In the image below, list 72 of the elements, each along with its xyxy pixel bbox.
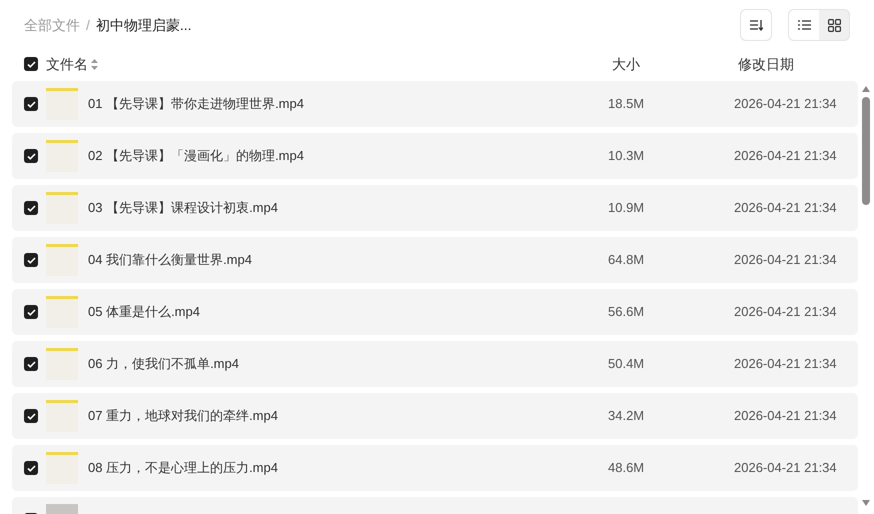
- checkbox[interactable]: [24, 305, 38, 319]
- breadcrumb-item: 初中物理启蒙...: [96, 16, 192, 34]
- sort-icon: [749, 19, 763, 31]
- file-row[interactable]: 04 我们靠什么衡量世界.mp4 64.8M 2026-04-21 21:34: [12, 237, 858, 283]
- check-icon: [26, 60, 36, 68]
- video-thumbnail: [46, 192, 78, 224]
- video-thumbnail: [46, 140, 78, 172]
- file-size: 18.5M: [608, 95, 644, 114]
- file-row[interactable]: 08 压力，不是心理上的压力.mp4 48.6M 2026-04-21 21:34: [12, 445, 858, 491]
- file-name: 08 压力，不是心理上的压力.mp4: [88, 459, 278, 478]
- checkbox[interactable]: [24, 253, 38, 267]
- file-size: 50.4M: [608, 355, 644, 374]
- checkbox[interactable]: [24, 409, 38, 423]
- file-name: 07 重力，地球对我们的牵绊.mp4: [88, 407, 278, 426]
- grid-icon: [828, 18, 840, 32]
- check-icon: [26, 412, 36, 420]
- scroll-thumb[interactable]: [862, 97, 870, 205]
- check-icon: [26, 360, 36, 368]
- file-name: 05 体重是什么.mp4: [88, 303, 200, 322]
- modified-date: 2026-04-21 21:34: [734, 355, 837, 374]
- file-size: 34.2M: [608, 407, 644, 426]
- video-thumbnail: [46, 88, 78, 120]
- modified-date: 2026-04-21 21:34: [734, 251, 837, 270]
- file-size: 10.9M: [608, 199, 644, 218]
- checkbox[interactable]: [24, 149, 38, 163]
- column-header[interactable]: 大小: [612, 54, 640, 74]
- checkbox[interactable]: [24, 461, 38, 475]
- file-size: 10.3M: [608, 147, 644, 166]
- check-icon: [26, 308, 36, 316]
- file-row[interactable]: 03 【先导课】课程设计初衷.mp4 10.9M 2026-04-21 21:34: [12, 185, 858, 231]
- sort-button[interactable]: [740, 9, 772, 41]
- file-name: 04 我们靠什么衡量世界.mp4: [88, 251, 252, 270]
- file-row[interactable]: 05 体重是什么.mp4 56.6M 2026-04-21 21:34: [12, 289, 858, 335]
- breadcrumb-separator: /: [86, 16, 90, 34]
- file-row[interactable]: 02 【先导课】「漫画化」的物理.mp4 10.3M 2026-04-21 21:34: [12, 133, 858, 179]
- file-size: 56.6M: [608, 303, 644, 322]
- file-name: 02 【先导课】「漫画化」的物理.mp4: [88, 147, 304, 166]
- checkbox[interactable]: [24, 357, 38, 371]
- checkbox[interactable]: [24, 201, 38, 215]
- modified-date: 2026-04-21 21:34: [734, 303, 837, 322]
- file-size: 64.8M: [608, 251, 644, 270]
- modified-date: 2026-04-21 21:34: [734, 95, 837, 114]
- check-icon: [26, 256, 36, 264]
- check-icon: [26, 100, 36, 108]
- modified-date: 2026-04-21 21:34: [734, 459, 837, 478]
- scroll-up-icon[interactable]: [862, 86, 870, 92]
- list-icon: [798, 20, 810, 30]
- file-row[interactable]: 01 【先导课】带你走进物理世界.mp4 18.5M 2026-04-21 21:34: [12, 81, 858, 127]
- video-thumbnail: [46, 296, 78, 328]
- check-icon: [26, 152, 36, 160]
- checkbox[interactable]: [24, 57, 38, 71]
- list-view-button[interactable]: [789, 10, 819, 40]
- file-row[interactable]: 07 重力，地球对我们的牵绊.mp4 34.2M 2026-04-21 21:34: [12, 393, 858, 439]
- video-thumbnail: [46, 452, 78, 484]
- modified-date: 2026-04-21 21:34: [734, 147, 837, 166]
- file-name: 06 力，使我们不孤单.mp4: [88, 355, 239, 374]
- column-header[interactable]: 文件名: [46, 54, 88, 74]
- modified-date: 2026-04-21 21:34: [734, 407, 837, 426]
- checkbox[interactable]: [24, 97, 38, 111]
- modified-date: 2026-04-21 21:34: [734, 199, 837, 218]
- file-name: 03 【先导课】课程设计初衷.mp4: [88, 199, 278, 218]
- scroll-down-icon[interactable]: [862, 500, 870, 506]
- file-size: 48.6M: [608, 459, 644, 478]
- check-icon: [26, 464, 36, 472]
- file-name: 01 【先导课】带你走进物理世界.mp4: [88, 95, 304, 114]
- video-thumbnail: [46, 244, 78, 276]
- column-header[interactable]: 修改日期: [738, 54, 794, 74]
- check-icon: [26, 204, 36, 212]
- sort-icon[interactable]: [91, 58, 98, 70]
- file-row[interactable]: 06 力，使我们不孤单.mp4 50.4M 2026-04-21 21:34: [12, 341, 858, 387]
- video-thumbnail: [46, 348, 78, 380]
- video-thumbnail: [46, 400, 78, 432]
